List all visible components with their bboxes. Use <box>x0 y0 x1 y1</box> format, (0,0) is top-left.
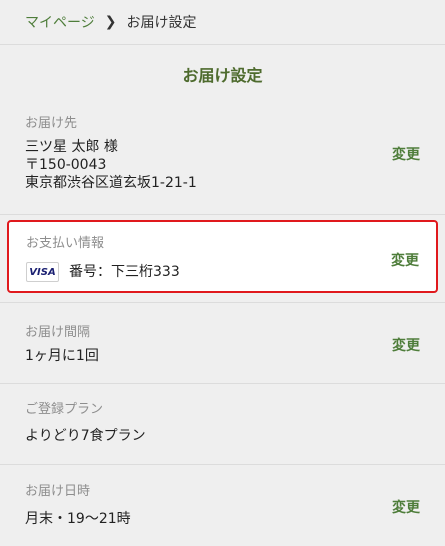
change-datetime-button[interactable]: 変更 <box>392 497 420 517</box>
registered-plan-value: よりどり7食プラン <box>25 428 146 444</box>
breadcrumb-mypage-link[interactable]: マイページ <box>25 12 95 32</box>
breadcrumb-current: お届け設定 <box>126 15 197 31</box>
change-delivery-address-button[interactable]: 変更 <box>392 144 420 164</box>
delivery-datetime-value: 月末・19〜21時 <box>25 511 131 527</box>
delivery-interval-section: お届け間隔 1ヶ月に1回 変更 <box>0 302 445 384</box>
card-number: 番号：下三桁333 <box>69 264 180 280</box>
visa-card-icon: VISA <box>26 262 59 282</box>
delivery-interval-value: 1ヶ月に1回 <box>25 348 99 364</box>
postal-code: 〒150-0043 <box>25 157 107 173</box>
delivery-datetime-label: お届け日時 <box>25 484 91 499</box>
delivery-address-label: お届け先 <box>25 116 78 131</box>
delivery-interval-label: お届け間隔 <box>25 325 91 340</box>
card-info: VISA 番号：下三桁333 <box>26 262 180 282</box>
chevron-right-icon: ❯ <box>104 14 117 30</box>
page-title: お届け設定 <box>182 66 263 85</box>
delivery-datetime-section: お届け日時 月末・19〜21時 変更 <box>0 465 445 546</box>
change-interval-button[interactable]: 変更 <box>392 335 420 355</box>
registered-plan-section: ご登録プラン よりどり7食プラン <box>0 384 445 465</box>
breadcrumb: マイページ ❯ お届け設定 <box>0 0 445 45</box>
recipient-name: 三ツ星 太郎 様 <box>25 139 118 155</box>
payment-info-label: お支払い情報 <box>26 236 105 251</box>
registered-plan-label: ご登録プラン <box>25 402 104 417</box>
payment-info-section: お支払い情報 VISA 番号：下三桁333 変更 <box>7 220 438 293</box>
delivery-address-section: お届け先 三ツ星 太郎 様 〒150-0043 東京都渋谷区道玄坂1-21-1 … <box>0 100 445 215</box>
street-address: 東京都渋谷区道玄坂1-21-1 <box>25 175 197 191</box>
change-payment-button[interactable]: 変更 <box>391 250 419 270</box>
